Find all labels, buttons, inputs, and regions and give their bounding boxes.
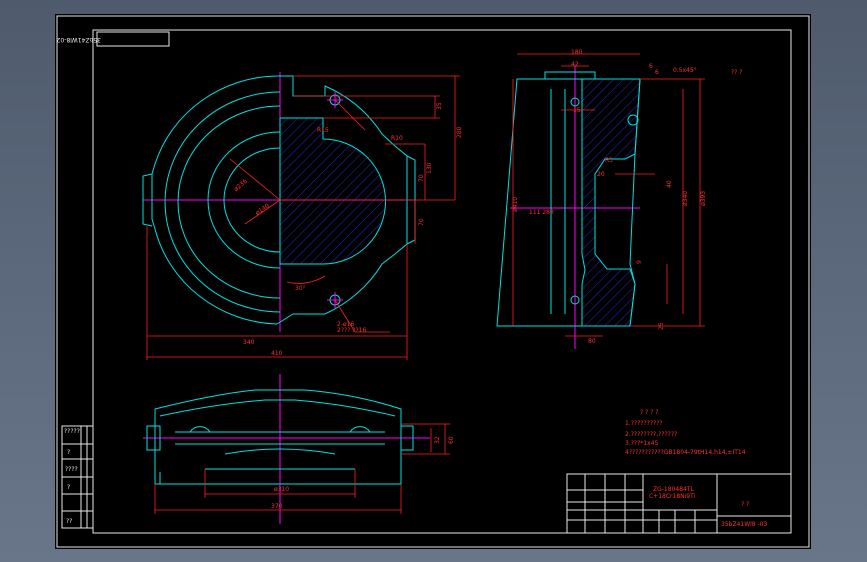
dim-chamfer: 0.5x45°	[673, 67, 697, 74]
front-outline	[154, 389, 402, 485]
dim-35: 35	[436, 102, 443, 110]
dim-280: 280	[456, 126, 463, 138]
technical-notes: ? ? ? ? 1.?????????? 2.????????,?????? 3…	[625, 409, 746, 456]
left-strip-table: ????? ? ???? ? ??	[61, 425, 94, 529]
dim-dia410: ø410	[512, 197, 519, 212]
rotated-code: 35bZ41Wl8-02	[56, 36, 101, 43]
dim-60: 60	[448, 436, 455, 444]
dim-dia340: ø340	[682, 191, 689, 206]
dim-15: 15	[573, 107, 581, 114]
dim-dia310: ø310	[274, 486, 289, 493]
rotated-code-box	[96, 31, 170, 47]
strip-label-4: ?	[67, 484, 70, 491]
dim-20: 20	[597, 171, 605, 178]
dim-32: 32	[434, 436, 441, 444]
dim-25: 25	[658, 322, 665, 330]
strip-label-5: ??	[66, 518, 72, 525]
cad-drawing: 35bZ41Wl8-02 ????? ? ???? ? ?? 35 130 28…	[56, 15, 810, 548]
strip-label-3: ????	[65, 466, 78, 473]
dim-370: 370	[271, 503, 283, 510]
section-view: 180 42 6 6 15 0.5x45° R3 20 40 9 ø410 ø3…	[496, 49, 742, 349]
dim-dia236: ø236	[233, 178, 249, 193]
section-bore	[550, 89, 566, 314]
top-view-hatched-section	[279, 117, 386, 265]
dim-6b: 6	[655, 69, 659, 76]
dim-340: 340	[243, 339, 255, 346]
dim-180: 180	[571, 49, 583, 56]
front-view: ø310 370 32 60	[143, 374, 455, 524]
dim-dia140: ø140	[254, 202, 271, 217]
strip-label-1: ?????	[64, 428, 80, 435]
dim-r10: R10	[391, 135, 403, 142]
dim-r3: R3	[605, 157, 613, 164]
dim-130: 130	[426, 162, 433, 174]
dim-9: 9	[636, 260, 643, 264]
dim-410: 410	[271, 350, 283, 357]
front-rib	[159, 399, 396, 417]
dim-r15: R15	[317, 127, 329, 134]
dim-angle30: 30°	[295, 285, 306, 292]
dim-6a: 6	[649, 63, 653, 70]
note-4: 4???????????GB1804-79tH14,h14,±IT14	[625, 449, 746, 456]
material-line-2: C+18Cr18Ni9Ti	[649, 493, 696, 500]
dim-dia393: ø393	[700, 191, 707, 206]
roughness-note: ?? ?	[731, 69, 742, 76]
note-2: 2.????????,??????	[625, 431, 677, 438]
title-code: 35bZ41Wl8 -03	[721, 521, 767, 528]
inner-rim-2	[177, 105, 281, 299]
dim-80: 80	[588, 338, 596, 345]
dim-70b: 70	[418, 218, 425, 226]
section-top-flange	[517, 71, 640, 80]
dim-holes-2: 2??? ??16	[337, 327, 366, 334]
top-view: 35 130 280 70 70 340 410 R15 R10 ø236 ø1…	[142, 72, 463, 360]
strip-label-2: ?	[67, 449, 70, 456]
dim-70a: 70	[418, 174, 425, 182]
dim-42: 42	[571, 61, 579, 68]
note-1: 1.??????????	[625, 420, 663, 427]
note-3: 3.???*1x45	[625, 440, 658, 447]
section-hatched	[581, 78, 641, 327]
dim-111: 111 283	[529, 209, 554, 216]
dim-40: 40	[666, 180, 673, 188]
title-marks: ? ?	[741, 501, 749, 508]
title-block: ZG-180484TL C+18Cr18Ni9Ti ? ? 35bZ41Wl8 …	[566, 473, 792, 534]
inner-rim-1	[164, 91, 281, 313]
material-line-1: ZG-180484TL	[653, 486, 694, 493]
notes-heading: ? ? ? ?	[640, 409, 658, 416]
